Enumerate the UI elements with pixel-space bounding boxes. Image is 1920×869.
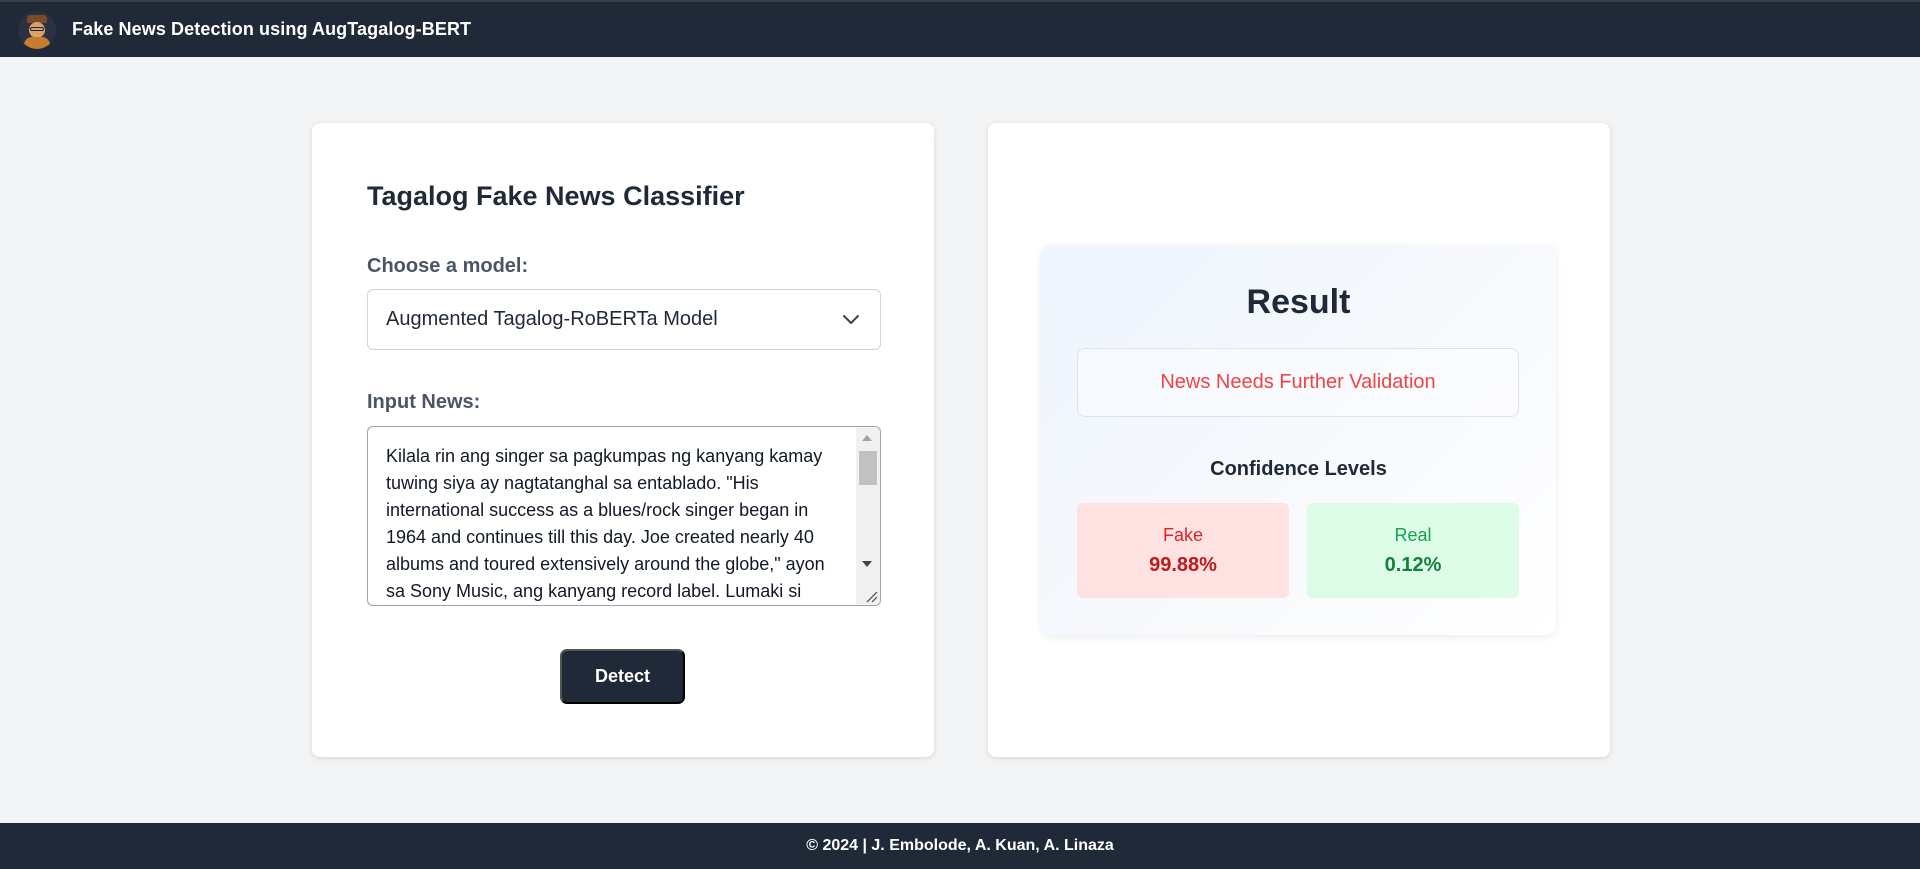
real-value: 0.12% [1384, 553, 1442, 576]
real-confidence: Real 0.12% [1307, 503, 1519, 598]
footer: © 2024 | J. Embolode, A. Kuan, A. Linaza [0, 823, 1920, 869]
chevron-down-icon [843, 315, 859, 324]
detect-button[interactable]: Detect [560, 649, 685, 704]
result-card: Result News Needs Further Validation Con… [988, 123, 1610, 757]
app-title: Fake News Detection using AugTagalog-BER… [72, 19, 472, 39]
footer-text: © 2024 | J. Embolode, A. Kuan, A. Linaza [806, 837, 1114, 854]
avatar-logo-icon [18, 10, 56, 49]
model-select-value: Augmented Tagalog-RoBERTa Model [386, 308, 718, 330]
model-select[interactable]: Augmented Tagalog-RoBERTa Model [367, 289, 881, 350]
classifier-card: Tagalog Fake News Classifier Choose a mo… [312, 123, 934, 757]
verdict-badge: News Needs Further Validation [1077, 348, 1519, 417]
real-label: Real [1394, 524, 1432, 545]
scroll-down-arrow-icon[interactable] [862, 561, 872, 567]
fake-label: Fake [1162, 524, 1204, 545]
news-textarea[interactable]: Kilala rin ang singer sa pagkumpas ng ka… [367, 426, 881, 606]
scroll-up-arrow-icon[interactable] [862, 435, 872, 441]
fake-value: 99.88% [1149, 553, 1217, 576]
fake-confidence: Fake 99.88% [1077, 503, 1289, 598]
textarea-scrollbar[interactable] [856, 427, 880, 605]
scrollbar-thumb[interactable] [859, 451, 877, 485]
news-text: Kilala rin ang singer sa pagkumpas ng ka… [386, 446, 830, 601]
top-navbar: Fake News Detection using AugTagalog-BER… [0, 0, 1920, 57]
confidence-title: Confidence Levels [1210, 458, 1387, 480]
model-label: Choose a model: [367, 255, 529, 277]
resize-handle-icon[interactable] [864, 589, 878, 603]
result-title: Result [1246, 283, 1351, 321]
classifier-title: Tagalog Fake News Classifier [367, 181, 745, 211]
news-label: Input News: [367, 391, 481, 413]
result-panel: Result News Needs Further Validation Con… [1041, 245, 1556, 635]
